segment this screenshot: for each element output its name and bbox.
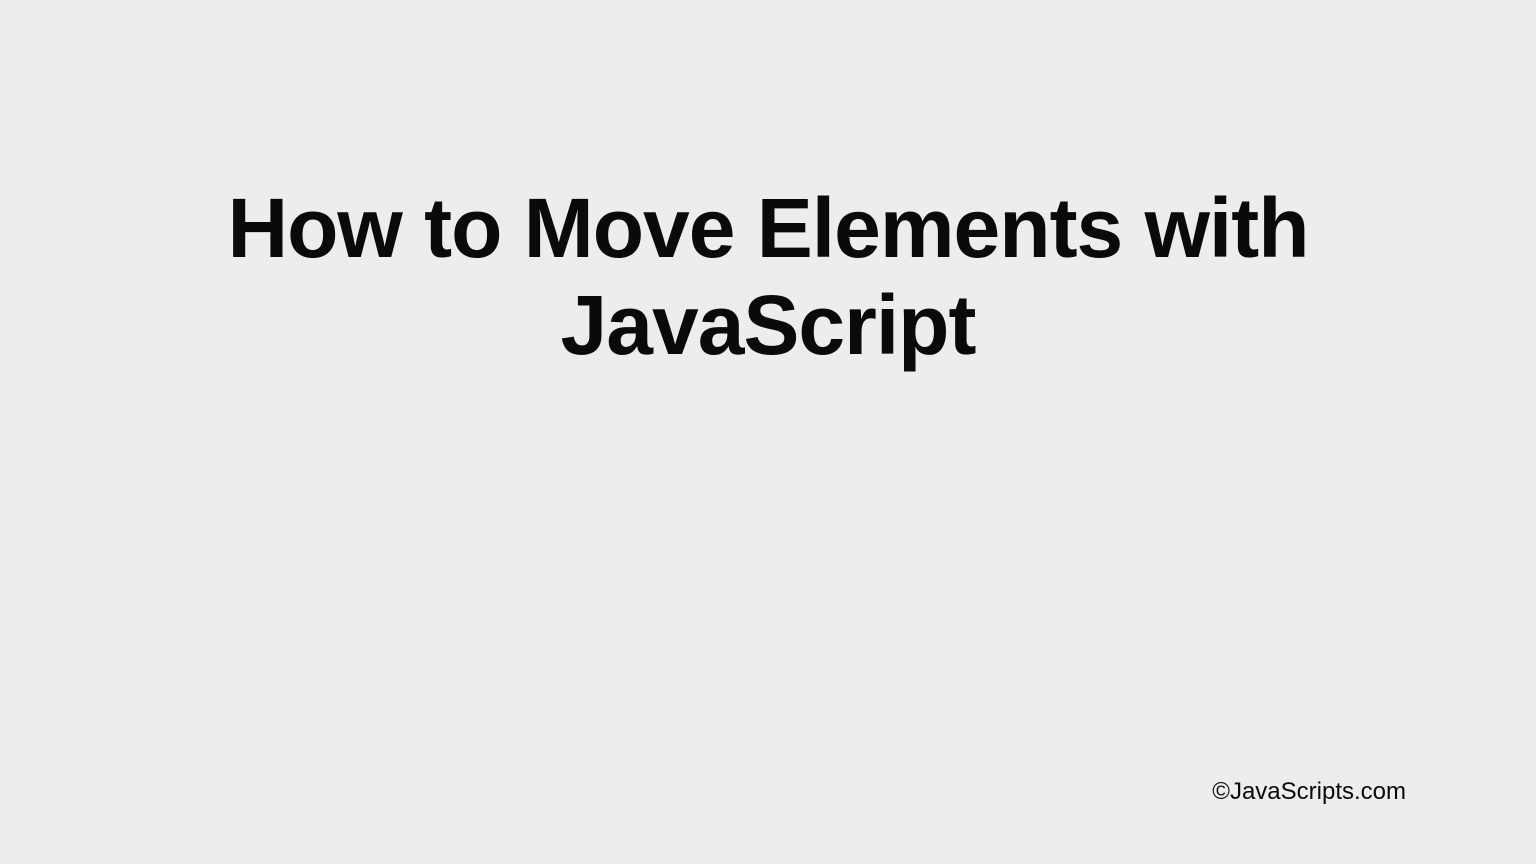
attribution-text: ©JavaScripts.com <box>1212 778 1406 806</box>
title-container: How to Move Elements with JavaScript <box>77 180 1459 373</box>
page-title: How to Move Elements with JavaScript <box>77 180 1459 373</box>
